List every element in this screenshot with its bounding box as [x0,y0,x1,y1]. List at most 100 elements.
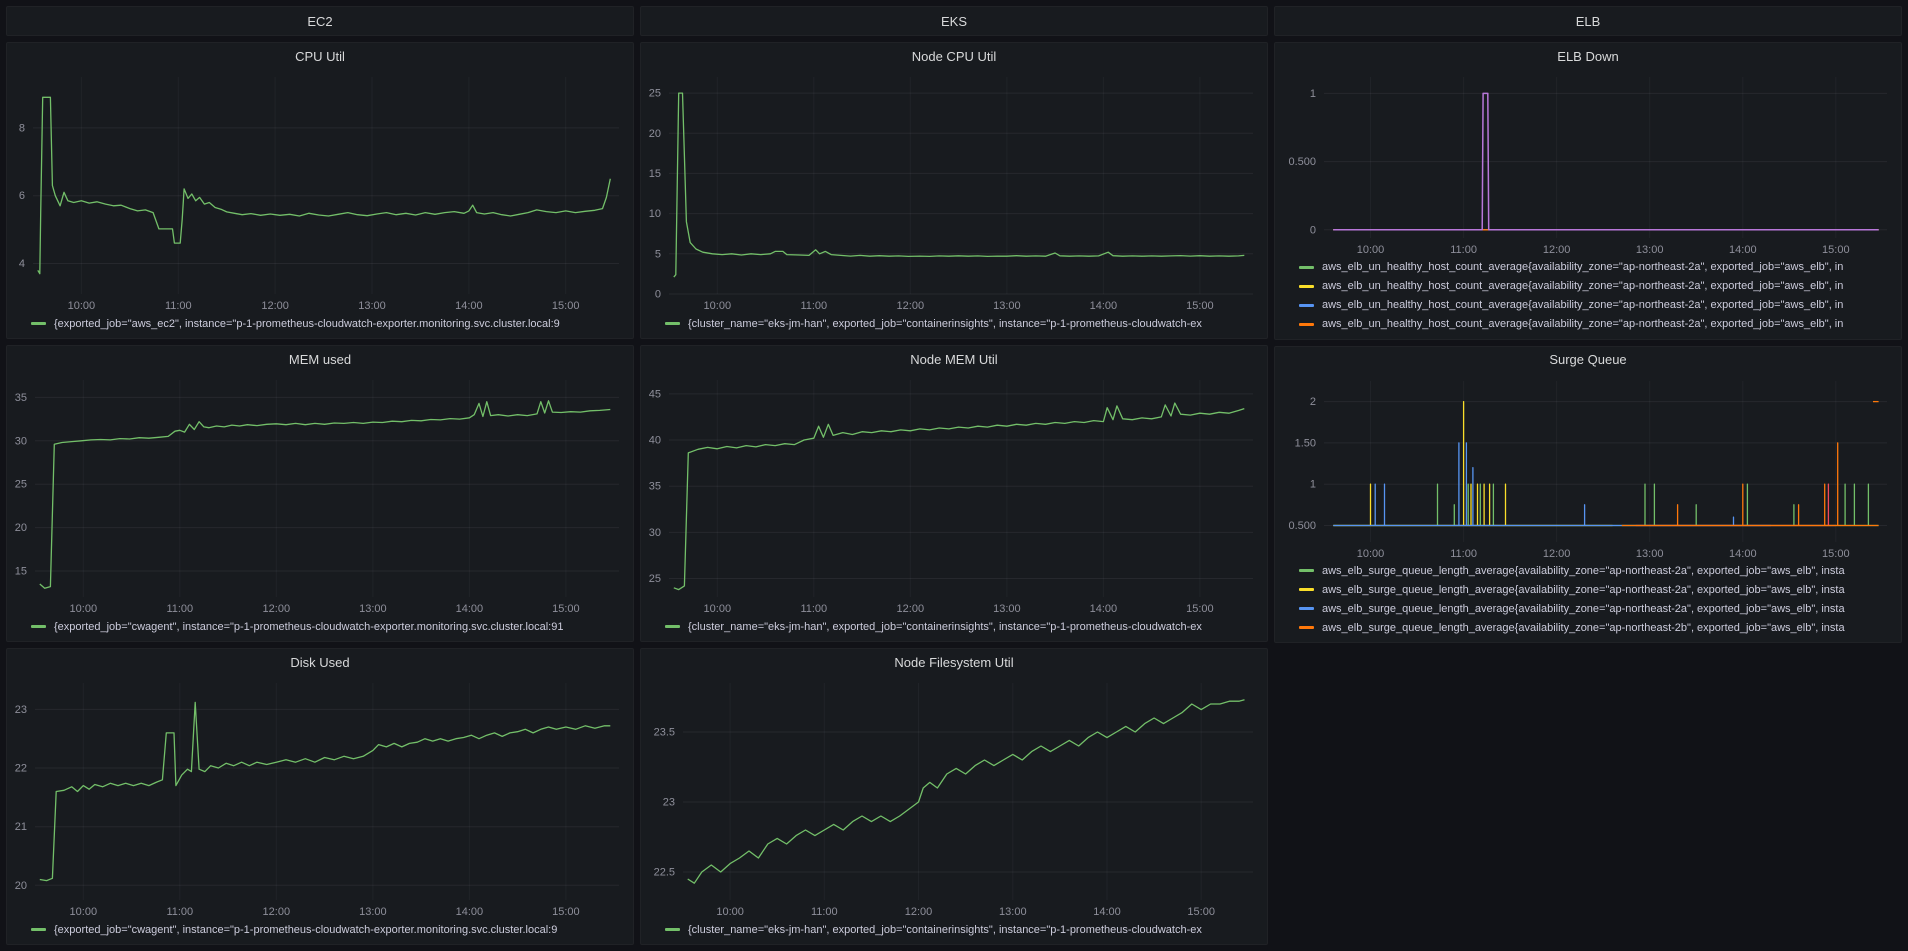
row-header-elb[interactable]: ELB [1274,6,1902,36]
svg-text:23.5: 23.5 [654,727,675,739]
legend: aws_elb_un_healthy_host_count_average{av… [1275,258,1901,339]
chart-canvas[interactable]: 22.5 23 23.5 10:00 11:00 12:00 13:00 14:00 15:00 [641,675,1267,920]
svg-text:14:00: 14:00 [1090,300,1118,312]
panel-title[interactable]: Disk Used [7,649,633,675]
svg-text:15:00: 15:00 [552,603,580,615]
chart-area[interactable]: 20 21 22 23 10:00 11:00 12:00 13:00 14:00 15:00 [7,675,633,920]
svg-text:11:00: 11:00 [1450,244,1477,256]
svg-text:40: 40 [649,435,661,447]
legend-item[interactable]: aws_elb_un_healthy_host_count_average{av… [1299,258,1895,277]
panel-title[interactable]: CPU Util [7,43,633,69]
svg-text:10:00: 10:00 [716,906,744,918]
legend-label[interactable]: aws_elb_surge_queue_length_average{avail… [1322,584,1845,596]
legend-label[interactable]: aws_elb_surge_queue_length_average{avail… [1322,565,1845,577]
chart-area[interactable]: 22.5 23 23.5 10:00 11:00 12:00 13:00 14:00 15:00 [641,675,1267,920]
legend-label[interactable]: aws_elb_un_healthy_host_count_average{av… [1322,261,1843,273]
legend: aws_elb_surge_queue_length_average{avail… [1275,561,1901,642]
legend-label[interactable]: {exported_job="cwagent", instance="p-1-p… [54,621,563,633]
legend-label[interactable]: {cluster_name="eks-jm-han", exported_job… [688,924,1202,936]
svg-text:11:00: 11:00 [800,603,827,615]
panel-title[interactable]: Node Filesystem Util [641,649,1267,675]
panel-cpu-util: CPU Util 4 6 8 10:00 11:00 12:00 13:00 14:00 15:… [6,42,634,339]
chart-canvas[interactable]: 20 21 22 23 10:00 11:00 12:00 13:00 14:00 15:00 [7,675,633,920]
legend-color-icon [1299,284,1314,288]
chart-area[interactable]: 0 0.500 1 10:00 11:00 12:00 13:00 14:00 15:00 [1275,69,1901,258]
legend-item[interactable]: aws_elb_un_healthy_host_count_average{av… [1299,277,1895,296]
panel-title[interactable]: Surge Queue [1275,347,1901,373]
legend-label[interactable]: aws_elb_un_healthy_host_count_average{av… [1322,318,1843,330]
svg-text:0.500: 0.500 [1288,156,1316,168]
legend-item[interactable]: {cluster_name="eks-jm-han", exported_job… [665,617,1261,636]
legend-item[interactable]: {cluster_name="eks-jm-han", exported_job… [665,314,1261,333]
chart-canvas[interactable]: 15 20 25 30 35 10:00 11:00 12:00 13:00 14:00 15:00 [7,372,633,617]
panel-disk-used: Disk Used 20 21 22 23 10:00 11:00 12:00 13:00 14… [6,648,634,945]
row-title: EKS [940,13,967,29]
svg-text:20: 20 [15,880,27,892]
svg-text:23: 23 [663,797,675,809]
svg-text:13:00: 13:00 [359,906,387,918]
legend-label[interactable]: {exported_job="cwagent", instance="p-1-p… [54,924,557,936]
legend-item[interactable]: aws_elb_surge_queue_length_average{avail… [1299,561,1895,580]
svg-text:22: 22 [15,763,27,775]
legend-label[interactable]: aws_elb_surge_queue_length_average{avail… [1322,622,1845,634]
svg-text:15:00: 15:00 [1822,244,1850,256]
svg-text:15:00: 15:00 [552,906,580,918]
legend-color-icon [1299,569,1314,573]
panel-title[interactable]: MEM used [7,346,633,372]
svg-text:15:00: 15:00 [1187,906,1215,918]
svg-text:11:00: 11:00 [166,603,193,615]
chart-canvas[interactable]: 0 0.500 1 10:00 11:00 12:00 13:00 14:00 15:00 [1275,69,1901,258]
chart-area[interactable]: 0 5 10 15 20 25 10:00 11:00 12:00 13:00 14:00 15:00 [641,69,1267,314]
chart-area[interactable]: 4 6 8 10:00 11:00 12:00 13:00 14:00 15:00 [7,69,633,314]
svg-text:13:00: 13:00 [993,603,1021,615]
panel-title[interactable]: ELB Down [1275,43,1901,69]
legend-label[interactable]: {cluster_name="eks-jm-han", exported_job… [688,318,1202,330]
panel-title[interactable]: Node MEM Util [641,346,1267,372]
chart-canvas[interactable]: 4 6 8 10:00 11:00 12:00 13:00 14:00 15:00 [7,69,633,314]
chart-canvas[interactable]: 0 5 10 15 20 25 10:00 11:00 12:00 13:00 14:00 15:00 [641,69,1267,314]
legend-label[interactable]: aws_elb_surge_queue_length_average{avail… [1322,603,1845,615]
chart-canvas[interactable]: 0.500 1 1.50 2 10:00 11:00 12:00 13:00 14:00 15:0… [1275,373,1901,562]
svg-text:35: 35 [649,481,661,493]
legend-item[interactable]: aws_elb_surge_queue_length_average{avail… [1299,599,1895,618]
legend-label[interactable]: {cluster_name="eks-jm-han", exported_job… [688,621,1202,633]
chart-area[interactable]: 25 30 35 40 45 10:00 11:00 12:00 13:00 14:00 15:00 [641,372,1267,617]
chart-area[interactable]: 15 20 25 30 35 10:00 11:00 12:00 13:00 14:00 15:00 [7,372,633,617]
row-header-ec2[interactable]: EC2 [6,6,634,36]
svg-text:15:00: 15:00 [1186,603,1214,615]
panel-title[interactable]: Node CPU Util [641,43,1267,69]
svg-text:11:00: 11:00 [1450,548,1477,560]
legend-color-icon [1299,588,1314,592]
svg-text:12:00: 12:00 [905,906,933,918]
legend-color-icon [1299,265,1314,269]
svg-text:20: 20 [649,128,661,140]
chart-area[interactable]: 0.500 1 1.50 2 10:00 11:00 12:00 13:00 14:00 15:0… [1275,373,1901,562]
row-header-eks[interactable]: EKS [640,6,1268,36]
legend-color-icon [1299,303,1314,307]
legend-color-icon [665,928,680,931]
svg-text:6: 6 [19,190,25,202]
svg-text:11:00: 11:00 [811,906,838,918]
panel-node-filesystem-util: Node Filesystem Util 22.5 23 23.5 10:00 11:0… [640,648,1268,945]
legend-item[interactable]: aws_elb_surge_queue_length_average{avail… [1299,618,1895,637]
legend-item[interactable]: aws_elb_surge_queue_length_average{avail… [1299,580,1895,599]
legend-color-icon [31,928,46,931]
legend-item[interactable]: aws_elb_un_healthy_host_count_average{av… [1299,315,1895,334]
legend-item[interactable]: {exported_job="aws_ec2", instance="p-1-p… [31,314,627,333]
legend-item[interactable]: aws_elb_un_healthy_host_count_average{av… [1299,296,1895,315]
legend-item[interactable]: {exported_job="cwagent", instance="p-1-p… [31,617,627,636]
svg-text:14:00: 14:00 [1729,244,1757,256]
svg-text:30: 30 [15,435,27,447]
svg-text:10:00: 10:00 [1357,244,1385,256]
legend-label[interactable]: aws_elb_un_healthy_host_count_average{av… [1322,280,1843,292]
svg-text:10: 10 [649,208,661,220]
svg-text:10:00: 10:00 [70,906,98,918]
dashboard-column-eks: EKS Node CPU Util 0 5 10 15 20 25 10:00 11:00 12… [640,6,1268,945]
svg-text:1.50: 1.50 [1295,437,1316,449]
chart-canvas[interactable]: 25 30 35 40 45 10:00 11:00 12:00 13:00 14:00 15:00 [641,372,1267,617]
legend-item[interactable]: {cluster_name="eks-jm-han", exported_job… [665,920,1261,939]
legend-label[interactable]: aws_elb_un_healthy_host_count_average{av… [1322,299,1843,311]
legend-color-icon [31,625,46,628]
legend-label[interactable]: {exported_job="aws_ec2", instance="p-1-p… [54,318,560,330]
legend-item[interactable]: {exported_job="cwagent", instance="p-1-p… [31,920,627,939]
